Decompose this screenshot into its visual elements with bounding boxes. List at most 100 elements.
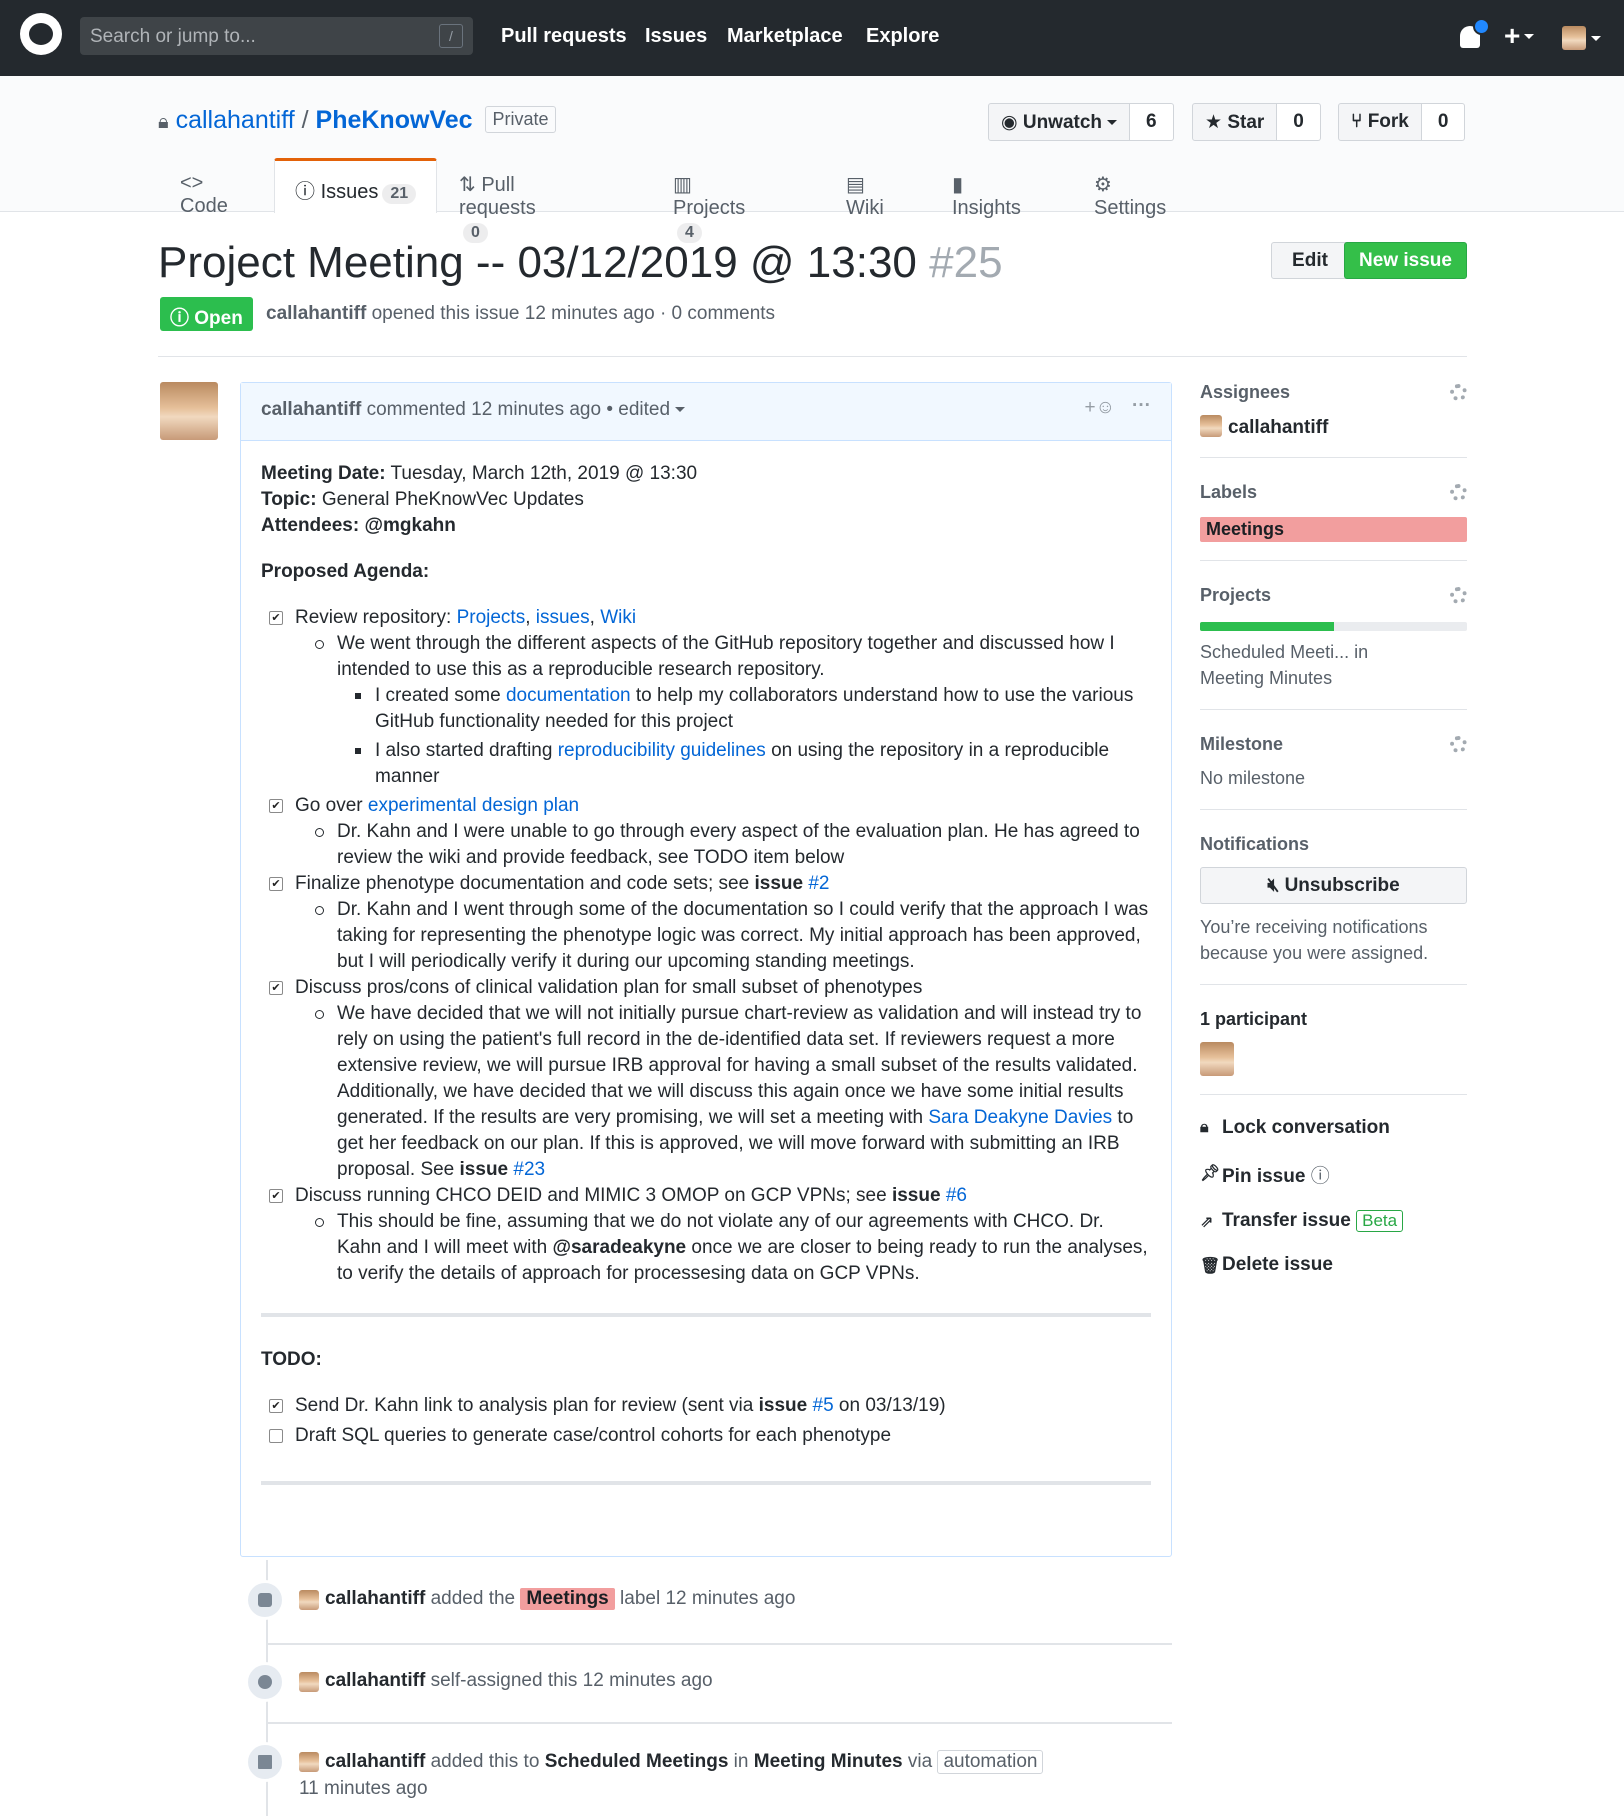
repo-owner-link[interactable]: callahantiff: [176, 106, 295, 134]
task-checkbox[interactable]: ✔: [269, 611, 283, 625]
delete-issue-button[interactable]: 🗑︎ Delete issue: [1200, 1254, 1467, 1276]
avatar[interactable]: [299, 1590, 319, 1610]
transfer-icon: ⇗: [1200, 1214, 1214, 1231]
task-text: Review repository:: [295, 607, 457, 628]
new-issue-button[interactable]: New issue: [1344, 242, 1467, 279]
transfer-issue-button[interactable]: ⇗ Transfer issue Beta: [1200, 1210, 1467, 1232]
gear-icon[interactable]: [1450, 484, 1467, 501]
author-avatar[interactable]: [160, 382, 218, 440]
project-column: Scheduled Meetings: [544, 1751, 729, 1772]
list-item: We went through the different aspects of…: [261, 631, 1151, 683]
repo-name-link[interactable]: PheKnowVec: [316, 106, 473, 134]
star-button[interactable]: ★ Star: [1192, 103, 1278, 141]
task-text: Finalize phenotype documentation and cod…: [295, 873, 755, 894]
watch-count[interactable]: 6: [1130, 103, 1174, 141]
user-menu[interactable]: [1562, 26, 1601, 50]
milestone-heading: Milestone: [1200, 734, 1284, 754]
attendee-mention[interactable]: @mgkahn: [364, 515, 455, 536]
project-link[interactable]: Meeting Minutes: [754, 1751, 903, 1772]
task-checkbox[interactable]: ✔: [269, 799, 283, 813]
list-item: This should be fine, assuming that we do…: [261, 1209, 1151, 1287]
fork-button[interactable]: ⑂ Fork: [1338, 103, 1422, 141]
github-logo-icon[interactable]: [20, 13, 62, 55]
nav-issues[interactable]: Issues: [645, 25, 707, 48]
nav-marketplace[interactable]: Marketplace: [727, 25, 843, 48]
issue-link[interactable]: #23: [513, 1159, 545, 1180]
issue-link[interactable]: #6: [946, 1185, 967, 1206]
task-checkbox[interactable]: ✔: [269, 981, 283, 995]
tab-wiki[interactable]: ▤ Wiki: [846, 158, 884, 219]
plus-icon: +: [1504, 20, 1521, 51]
label-meetings[interactable]: Meetings: [1200, 517, 1467, 542]
tab-pull-requests[interactable]: ⇅ Pull requests0: [459, 158, 536, 243]
participant-avatar[interactable]: [1200, 1042, 1234, 1076]
pull-request-icon: ⇅: [459, 174, 482, 196]
task-checkbox[interactable]: ✔: [269, 1399, 283, 1413]
task-checkbox[interactable]: ✔: [269, 877, 283, 891]
actor-link[interactable]: callahantiff: [325, 1670, 425, 1691]
fork-count[interactable]: 0: [1421, 103, 1466, 141]
unwatch-label: Unwatch: [1022, 112, 1103, 133]
tab-projects[interactable]: ▥ Projects4: [673, 158, 745, 243]
milestone-section[interactable]: Milestone: [1200, 734, 1467, 755]
info-icon[interactable]: ⓘ: [1311, 1166, 1330, 1187]
guidelines-link[interactable]: reproducibility guidelines: [558, 740, 766, 761]
create-new-menu[interactable]: +: [1504, 20, 1535, 52]
comment-action[interactable]: commented 12 minutes ago • edited: [367, 399, 670, 420]
issues-link[interactable]: issues: [536, 607, 590, 628]
search-input[interactable]: Search or jump to... /: [80, 17, 473, 55]
avatar[interactable]: [299, 1672, 319, 1692]
nav-explore[interactable]: Explore: [866, 25, 939, 48]
avatar[interactable]: [299, 1752, 319, 1772]
topic-label: Topic:: [261, 489, 317, 510]
projects-section[interactable]: Projects: [1200, 585, 1467, 606]
tab-settings[interactable]: ⚙ Settings: [1094, 158, 1166, 219]
gear-icon[interactable]: [1450, 384, 1467, 401]
task-text: Send Dr. Kahn link to analysis plan for …: [295, 1395, 759, 1416]
edit-title-button[interactable]: Edit: [1271, 242, 1349, 279]
fork-icon: ⑂: [1351, 111, 1368, 132]
pin-issue-button[interactable]: 📌︎ Pin issue ⓘ: [1200, 1161, 1467, 1188]
gear-icon[interactable]: [1450, 736, 1467, 753]
label-badge[interactable]: Meetings: [520, 1588, 615, 1610]
lock-conversation-button[interactable]: 🔒︎ Lock conversation: [1200, 1117, 1467, 1139]
author-link[interactable]: callahantiff: [266, 303, 366, 324]
tab-issues[interactable]: ⓘ Issues 21: [274, 158, 437, 213]
actor-link[interactable]: callahantiff: [325, 1751, 425, 1772]
user-mention[interactable]: @saradeakyne: [552, 1237, 686, 1258]
tab-insights[interactable]: ▮ Insights: [952, 158, 1021, 219]
issue-link[interactable]: #5: [813, 1395, 834, 1416]
add-reaction-icon[interactable]: +☺: [1085, 397, 1116, 419]
task-item: ✔ Review repository: Projects, issues, Wi…: [261, 605, 1151, 631]
assignee[interactable]: callahantiff: [1200, 415, 1467, 439]
labels-section[interactable]: Labels: [1200, 482, 1467, 503]
kebab-menu-icon[interactable]: ···: [1132, 395, 1151, 417]
star-count[interactable]: 0: [1277, 103, 1321, 141]
project-card[interactable]: Scheduled Meeti... in Meeting Minutes: [1200, 639, 1467, 691]
person-link[interactable]: Sara Deakyne Davies: [928, 1107, 1112, 1128]
notifications-heading: Notifications: [1200, 834, 1310, 854]
task-checkbox[interactable]: ✔: [269, 1189, 283, 1203]
actor-link[interactable]: callahantiff: [325, 1588, 425, 1609]
assignees-section[interactable]: Assignees: [1200, 382, 1467, 403]
slash-key-hint: /: [439, 24, 463, 48]
tab-code[interactable]: <> Code: [180, 158, 228, 217]
unwatch-button[interactable]: ◉ Unwatch: [988, 103, 1131, 141]
notifications-bell-icon[interactable]: [1460, 18, 1490, 48]
comma: ,: [589, 607, 601, 628]
tab-label: Issues: [320, 181, 379, 203]
nav-pull-requests[interactable]: Pull requests: [501, 25, 627, 48]
projects-link[interactable]: Projects: [457, 607, 526, 628]
automation-badge: automation: [937, 1750, 1044, 1774]
wiki-link[interactable]: Wiki: [600, 607, 636, 628]
unsubscribe-button[interactable]: 🔇︎ Unsubscribe: [1200, 867, 1467, 904]
design-plan-link[interactable]: experimental design plan: [368, 795, 579, 816]
text: because you were assigned.: [1200, 943, 1429, 963]
issue-link[interactable]: #2: [808, 873, 829, 894]
comment-author-link[interactable]: callahantiff: [261, 399, 361, 420]
task-checkbox-unchecked[interactable]: [269, 1429, 283, 1443]
gear-icon[interactable]: [1450, 587, 1467, 604]
meeting-date-label: Meeting Date:: [261, 463, 386, 484]
documentation-link[interactable]: documentation: [506, 685, 631, 706]
mute-icon: 🔇︎: [1267, 875, 1285, 896]
